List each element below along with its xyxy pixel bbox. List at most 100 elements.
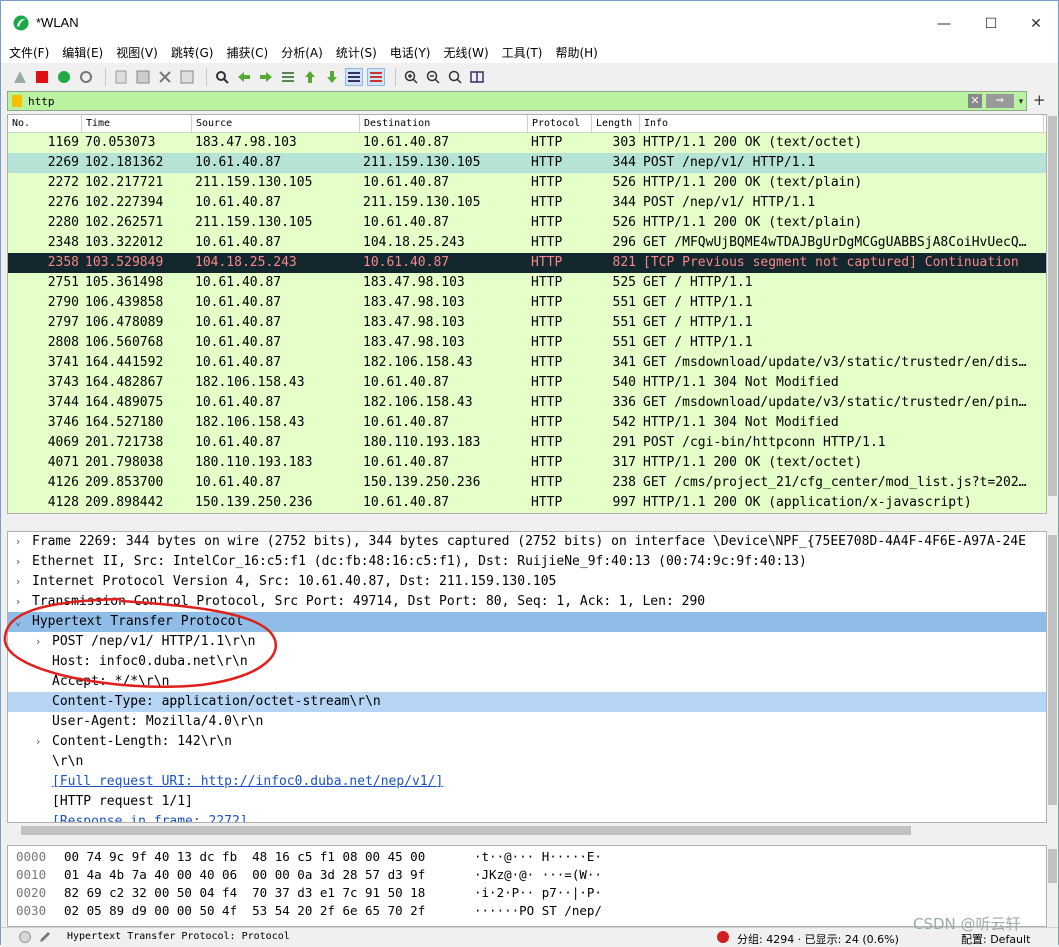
detail-row[interactable]: › Content-Length: 142\r\n [8, 732, 1046, 752]
detail-row[interactable]: › Internet Protocol Version 4, Src: 10.61… [8, 572, 1046, 592]
detail-row[interactable]: Accept: */*\r\n [8, 672, 1046, 692]
expert-info-icon[interactable] [19, 931, 31, 943]
minimize-button[interactable]: — [921, 9, 967, 39]
packet-row[interactable]: 2269 102.181362 10.61.40.87 211.159.130.105… [8, 153, 1046, 173]
menu-analyze[interactable]: 分析(A) [281, 44, 323, 61]
menu-view[interactable]: 视图(V) [116, 44, 158, 61]
expand-arrow-icon[interactable]: › [12, 532, 24, 552]
detail-row[interactable]: [Full request URI: http://infoc0.duba.ne… [8, 772, 1046, 792]
packet-row[interactable]: 3743 164.482867 182.106.158.43 10.61.40.87 H… [8, 373, 1046, 393]
detail-row[interactable]: ⌄ Hypertext Transfer Protocol [8, 612, 1046, 632]
menu-wireless[interactable]: 无线(W) [444, 44, 489, 61]
details-scrollbar[interactable] [1047, 531, 1058, 823]
find-packet-icon[interactable] [213, 68, 231, 86]
col-header-destination[interactable]: Destination [360, 115, 528, 132]
detail-row[interactable]: › Transmission Control Protocol, Src Port… [8, 592, 1046, 612]
zoom-in-icon[interactable] [402, 68, 420, 86]
packet-row[interactable]: 3746 164.527180 182.106.158.43 10.61.40.87 H… [8, 413, 1046, 433]
packet-row[interactable]: 2272 102.217721 211.159.130.105 10.61.40.87… [8, 173, 1046, 193]
start-capture-icon[interactable] [11, 68, 29, 86]
close-file-icon[interactable] [156, 68, 174, 86]
menu-telephony[interactable]: 电话(Y) [390, 44, 431, 61]
col-header-length[interactable]: Length [592, 115, 640, 132]
packet-row[interactable]: 4069 201.721738 10.61.40.87 180.110.193.183… [8, 433, 1046, 453]
menu-tools[interactable]: 工具(T) [502, 44, 543, 61]
menu-statistics[interactable]: 统计(S) [336, 44, 377, 61]
apply-filter-button[interactable]: ⇒ [986, 94, 1014, 108]
collapse-arrow-icon[interactable]: ⌄ [12, 612, 24, 632]
open-file-icon[interactable] [112, 68, 130, 86]
menu-help[interactable]: 帮助(H) [555, 44, 597, 61]
scrollbar-thumb[interactable] [21, 826, 911, 835]
detail-row[interactable]: › Frame 2269: 344 bytes on wire (2752 bit… [8, 532, 1046, 552]
normal-size-icon[interactable] [446, 68, 464, 86]
packet-row[interactable]: 3744 164.489075 10.61.40.87 182.106.158.43 H… [8, 393, 1046, 413]
close-button[interactable]: ✕ [1013, 9, 1059, 39]
detail-row[interactable]: › POST /nep/v1/ HTTP/1.1\r\n [8, 632, 1046, 652]
bytes-scrollbar[interactable] [1047, 845, 1058, 927]
menu-edit[interactable]: 编辑(E) [62, 44, 103, 61]
expand-arrow-icon[interactable]: › [32, 732, 44, 752]
restart-capture-icon[interactable] [55, 68, 73, 86]
reload-file-icon[interactable] [178, 68, 196, 86]
expand-arrow-icon[interactable]: › [12, 552, 24, 572]
col-header-info[interactable]: Info [640, 115, 1044, 132]
go-to-packet-icon[interactable] [279, 68, 297, 86]
menu-file[interactable]: 文件(F) [9, 44, 49, 61]
display-filter-input[interactable] [28, 93, 968, 109]
details-hscrollbar[interactable] [7, 823, 1047, 837]
detail-row[interactable]: Content-Type: application/octet-stream\r… [8, 692, 1046, 712]
add-filter-button[interactable]: + [1033, 91, 1046, 109]
col-header-protocol[interactable]: Protocol [528, 115, 592, 132]
maximize-button[interactable]: ☐ [968, 9, 1014, 39]
packet-row[interactable]: 2808 106.560768 10.61.40.87 183.47.98.103 HT… [8, 333, 1046, 353]
expand-arrow-icon[interactable]: › [32, 632, 44, 652]
capture-comment-icon[interactable] [39, 930, 52, 943]
save-file-icon[interactable] [134, 68, 152, 86]
detail-row[interactable]: \r\n [8, 752, 1046, 772]
packet-row[interactable]: 4126 209.853700 10.61.40.87 150.139.250.236… [8, 473, 1046, 493]
go-first-icon[interactable] [301, 68, 319, 86]
packet-row[interactable]: 2348 103.322012 10.61.40.87 104.18.25.243 HT… [8, 233, 1046, 253]
detail-row[interactable]: › Ethernet II, Src: IntelCor_16:c5:f1 (dc… [8, 552, 1046, 572]
menu-capture[interactable]: 捕获(C) [226, 44, 268, 61]
autoscroll-icon[interactable] [345, 68, 363, 86]
filter-history-dropdown[interactable]: ▾ [1016, 94, 1026, 108]
packet-row[interactable]: 2790 106.439858 10.61.40.87 183.47.98.103 HT… [8, 293, 1046, 313]
detail-row[interactable]: [Response in frame: 2272] [8, 812, 1046, 822]
zoom-out-icon[interactable] [424, 68, 442, 86]
colorize-icon[interactable] [367, 68, 385, 86]
col-header-no[interactable]: No. [8, 115, 82, 132]
expand-arrow-icon[interactable]: › [12, 572, 24, 592]
bookmark-icon[interactable] [12, 95, 22, 107]
packet-list-scrollbar[interactable] [1047, 114, 1058, 514]
go-last-icon[interactable] [323, 68, 341, 86]
packet-row[interactable]: 2797 106.478089 10.61.40.87 183.47.98.103 HT… [8, 313, 1046, 333]
scrollbar-thumb[interactable] [1048, 849, 1057, 883]
packet-row[interactable]: 1169 70.053073 183.47.98.103 10.61.40.87 HTT… [8, 133, 1046, 153]
packet-row[interactable]: 4128 209.898442 150.139.250.236 10.61.40.87… [8, 493, 1046, 513]
packet-row[interactable]: 2358 103.529849 104.18.25.243 10.61.40.87 HT… [8, 253, 1046, 273]
col-header-source[interactable]: Source [192, 115, 360, 132]
menu-go[interactable]: 跳转(G) [171, 44, 214, 61]
scrollbar-thumb[interactable] [1048, 116, 1057, 496]
go-back-icon[interactable] [235, 68, 253, 86]
col-header-time[interactable]: Time [82, 115, 192, 132]
detail-row[interactable]: User-Agent: Mozilla/4.0\r\n [8, 712, 1046, 732]
capture-options-icon[interactable] [77, 68, 95, 86]
scrollbar-thumb[interactable] [1048, 535, 1057, 805]
go-forward-icon[interactable] [257, 68, 275, 86]
detail-row[interactable]: Host: infoc0.duba.net\r\n [8, 652, 1046, 672]
detail-text[interactable]: [Response in frame: 2272] [52, 812, 248, 822]
packet-row[interactable]: 3741 164.441592 10.61.40.87 182.106.158.43 H… [8, 353, 1046, 373]
resize-columns-icon[interactable] [468, 68, 486, 86]
packet-row[interactable]: 4071 201.798038 180.110.193.183 10.61.40.87… [8, 453, 1046, 473]
expand-arrow-icon[interactable]: › [12, 592, 24, 612]
packet-row[interactable]: 2280 102.262571 211.159.130.105 10.61.40.87… [8, 213, 1046, 233]
packet-row[interactable]: 2276 102.227394 10.61.40.87 211.159.130.105… [8, 193, 1046, 213]
detail-row[interactable]: [HTTP request 1/1] [8, 792, 1046, 812]
stop-capture-icon[interactable] [33, 68, 51, 86]
packet-row[interactable]: 2751 105.361498 10.61.40.87 183.47.98.103 HT… [8, 273, 1046, 293]
clear-filter-icon[interactable]: ✕ [968, 94, 982, 108]
detail-text[interactable]: [Full request URI: http://infoc0.duba.ne… [52, 772, 443, 792]
